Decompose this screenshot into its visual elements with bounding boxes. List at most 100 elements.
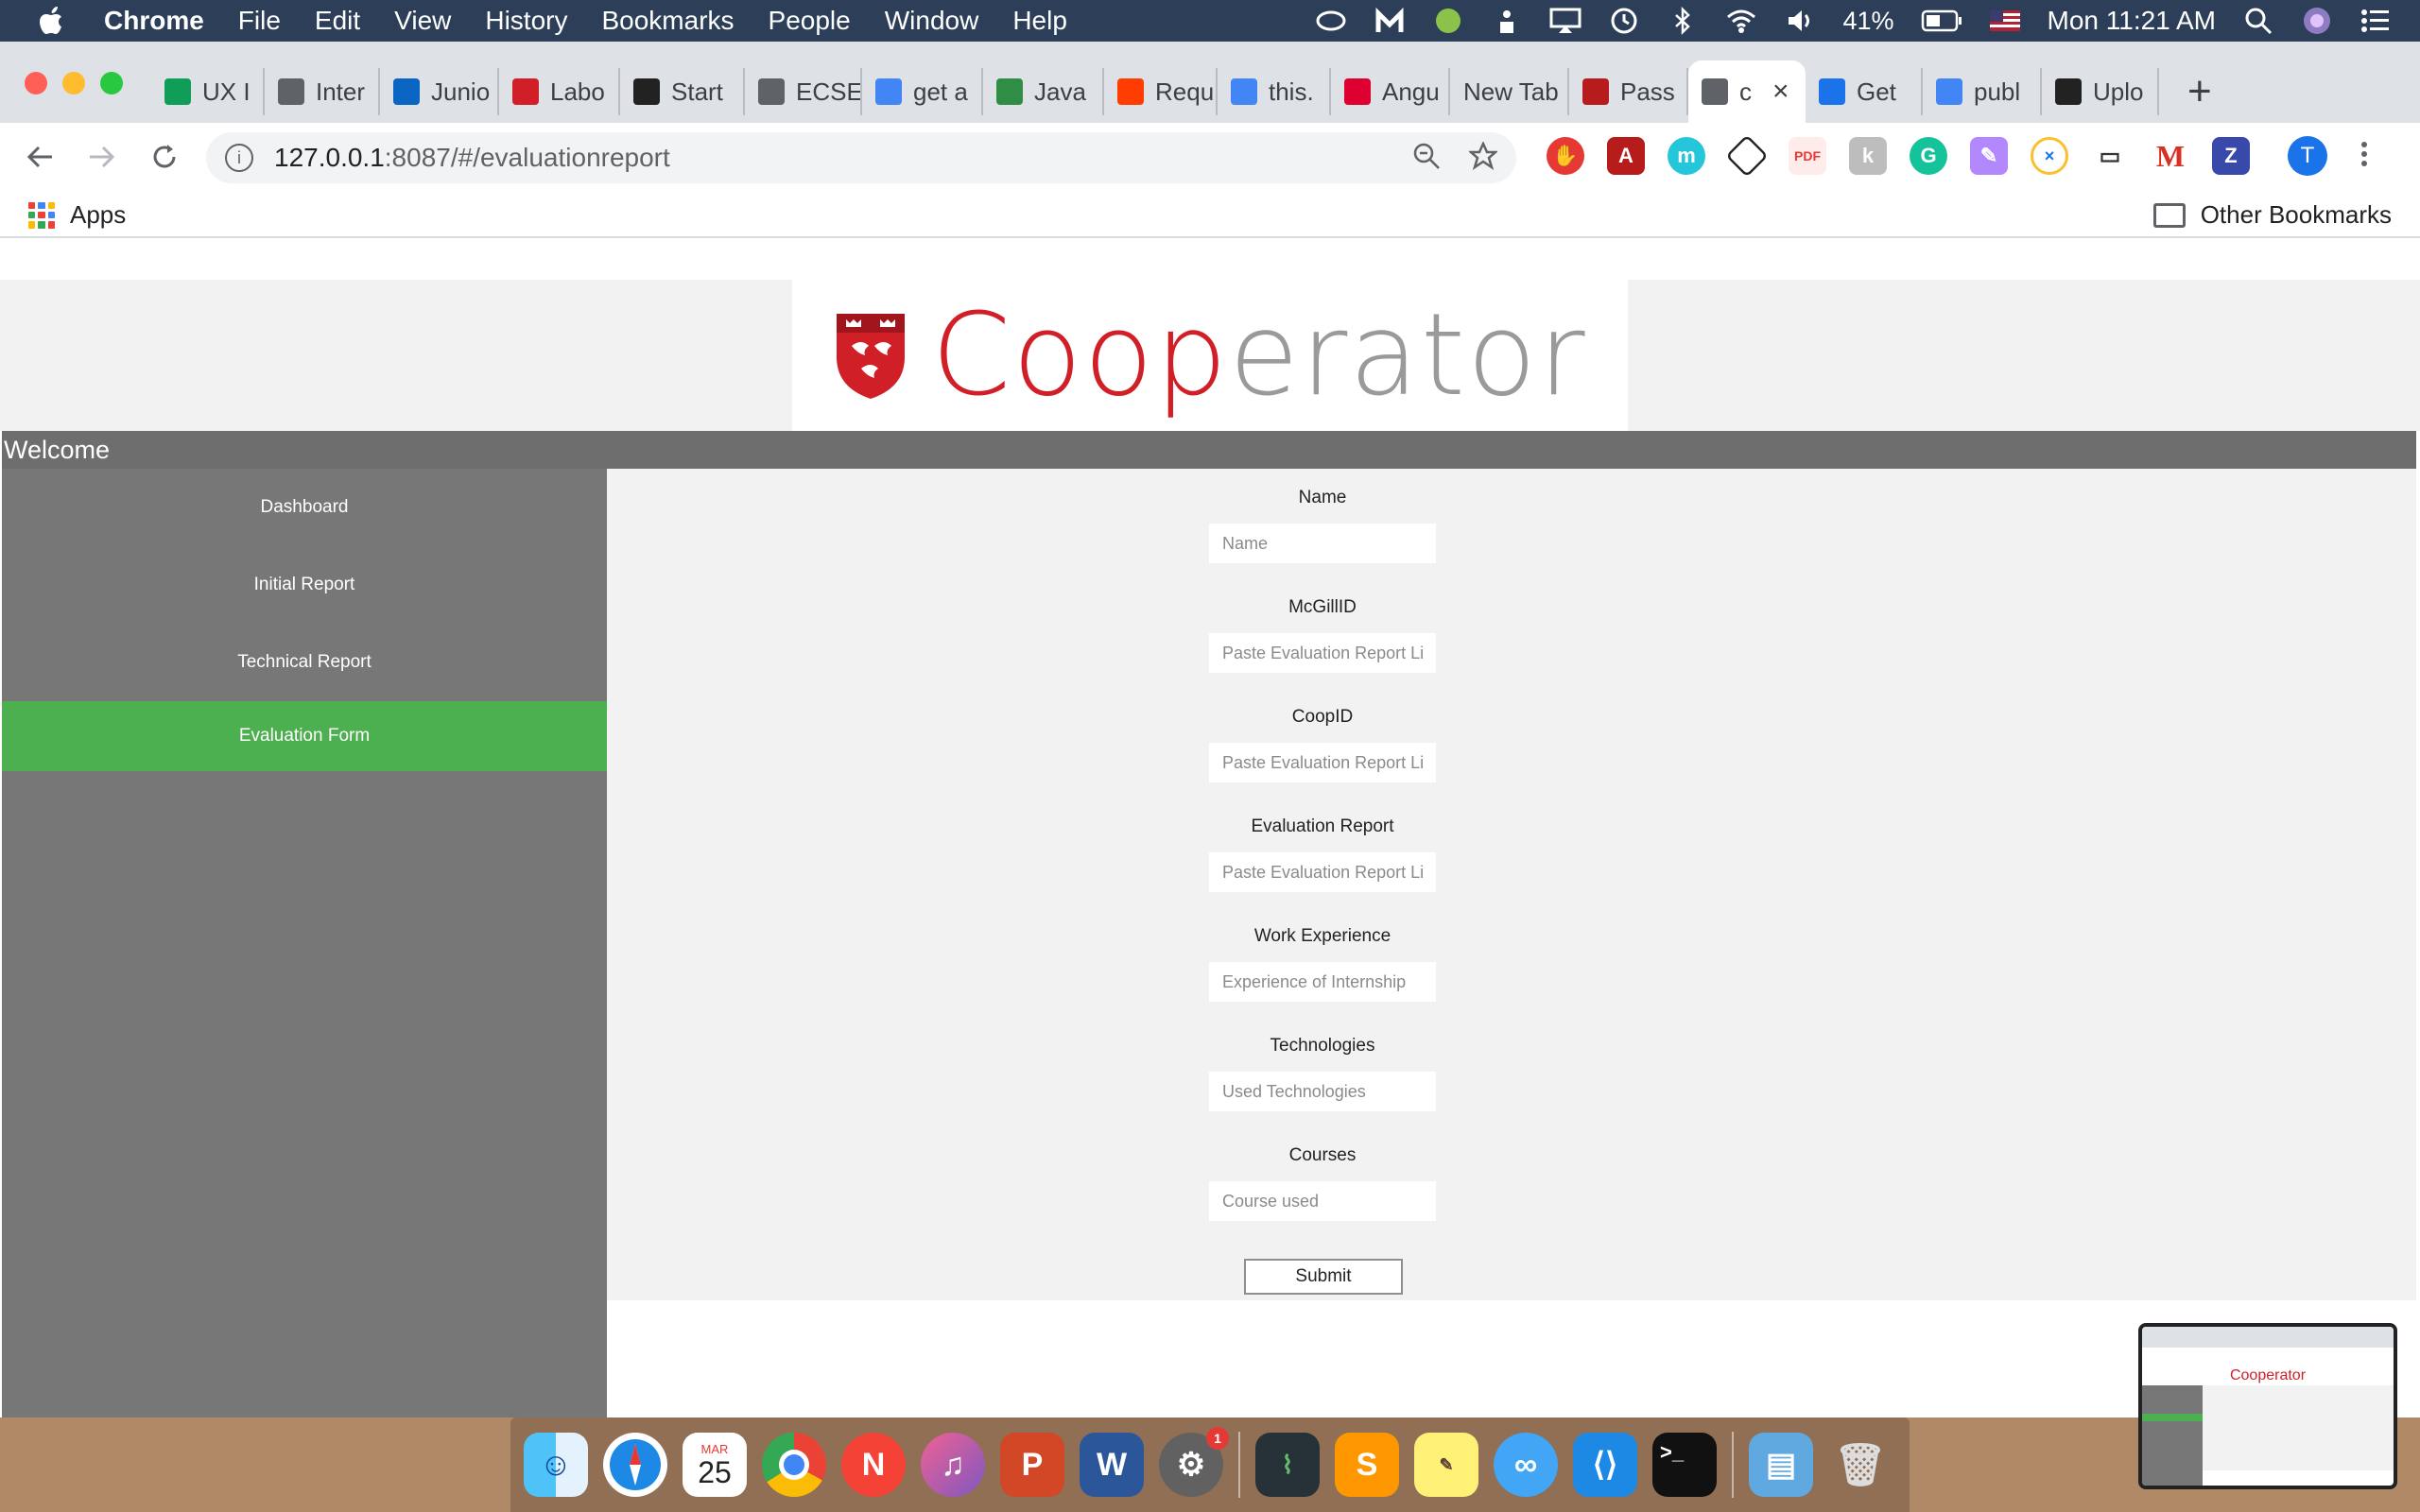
calendar-icon[interactable]: MAR 25	[683, 1433, 747, 1497]
tab-0[interactable]: UX I	[151, 68, 265, 115]
word-icon[interactable]: W	[1080, 1433, 1144, 1497]
zoom-window-button[interactable]	[100, 72, 123, 94]
close-tab-icon[interactable]: ×	[1772, 76, 1789, 108]
zoom-icon[interactable]	[1412, 142, 1441, 178]
wifi-icon[interactable]	[1725, 7, 1757, 35]
spotlight-search-icon[interactable]	[2242, 7, 2274, 35]
mercury-extension-icon[interactable]: m	[1668, 137, 1705, 175]
safari-icon[interactable]	[603, 1433, 667, 1497]
x-circle-extension-icon[interactable]: ×	[2031, 137, 2068, 175]
battery-percent[interactable]: 41%	[1842, 7, 1893, 36]
name-input[interactable]	[1209, 524, 1436, 563]
notification-center-icon[interactable]	[2360, 7, 2392, 35]
tab-4[interactable]: Start	[620, 68, 745, 115]
airplay-icon[interactable]	[1549, 7, 1582, 35]
adblock-extension-icon[interactable]: ✋	[1547, 137, 1584, 175]
tab-8[interactable]: Requ	[1104, 68, 1218, 115]
hotspot-icon[interactable]	[1491, 7, 1523, 35]
mcgillid-input[interactable]	[1209, 633, 1436, 673]
k-extension-icon[interactable]: k	[1849, 137, 1887, 175]
vscode-icon[interactable]: ⟨⟩	[1573, 1433, 1637, 1497]
downloads-folder-icon[interactable]: ▤	[1749, 1433, 1813, 1497]
other-bookmarks[interactable]: Other Bookmarks	[2152, 200, 2392, 230]
acrobat-extension-icon[interactable]: A	[1607, 137, 1645, 175]
address-bar[interactable]: i 127.0.0.1:8087/#/evaluationreport	[206, 132, 1516, 183]
site-logo[interactable]: Cooperator	[792, 280, 1628, 431]
tab-3[interactable]: Labo	[499, 68, 620, 115]
tab-13[interactable]: c ×	[1688, 60, 1806, 123]
courses-input[interactable]	[1209, 1181, 1436, 1221]
vpn-icon[interactable]: ∞	[1494, 1433, 1558, 1497]
profile-avatar[interactable]: T	[2288, 136, 2327, 176]
apple-icon[interactable]	[34, 0, 72, 42]
battery-icon[interactable]	[1921, 7, 1962, 35]
pdf-extension-icon[interactable]: PDF	[1789, 137, 1826, 175]
menu-people[interactable]: People	[769, 6, 851, 36]
stickies-icon[interactable]: ✎	[1414, 1433, 1478, 1497]
bluetooth-icon[interactable]	[1667, 7, 1699, 35]
feather-extension-icon[interactable]: ✎	[1970, 137, 2008, 175]
menu-window[interactable]: Window	[885, 6, 979, 36]
tab-14[interactable]: Get	[1806, 68, 1923, 115]
new-tab-icon[interactable]: +	[2187, 68, 2212, 115]
bookmark-apps[interactable]: Apps	[28, 200, 126, 230]
activity-monitor-icon[interactable]: ⌇	[1255, 1433, 1320, 1497]
work-experience-input[interactable]	[1209, 962, 1436, 1002]
menu-app-name[interactable]: Chrome	[104, 6, 204, 36]
us-flag-icon[interactable]	[1989, 7, 2021, 35]
tab-16[interactable]: Uplo	[2042, 68, 2159, 115]
diamond-extension-icon[interactable]	[1725, 134, 1769, 178]
tab-1[interactable]: Inter	[265, 68, 380, 115]
itunes-icon[interactable]: ♫	[921, 1433, 985, 1497]
coopid-input[interactable]	[1209, 743, 1436, 782]
cast-extension-icon[interactable]: ▭	[2091, 137, 2129, 175]
sidebar-item-evaluation-form[interactable]: Evaluation Form	[2, 701, 607, 771]
menu-edit[interactable]: Edit	[315, 6, 360, 36]
menu-file[interactable]: File	[238, 6, 281, 36]
back-arrow-icon[interactable]	[17, 134, 62, 180]
tab-2[interactable]: Junio	[380, 68, 499, 115]
close-window-button[interactable]	[25, 72, 47, 94]
menu-bookmarks[interactable]: Bookmarks	[601, 6, 734, 36]
tab-9[interactable]: this.	[1218, 68, 1331, 115]
gmail-extension-icon[interactable]: M	[2152, 137, 2189, 175]
sidebar-item-technical-report[interactable]: Technical Report	[2, 624, 607, 701]
news-icon[interactable]: N	[841, 1433, 906, 1497]
menubar-clock[interactable]: Mon 11:21 AM	[2048, 6, 2216, 36]
grammarly-extension-icon[interactable]: G	[1910, 137, 1947, 175]
tab-7[interactable]: Java	[983, 68, 1104, 115]
site-info-icon[interactable]: i	[225, 144, 253, 172]
malwarebytes-icon[interactable]	[1374, 7, 1406, 35]
sublime-text-icon[interactable]: S	[1335, 1433, 1399, 1497]
tab-15[interactable]: publ	[1923, 68, 2042, 115]
zotero-extension-icon[interactable]: Z	[2212, 137, 2250, 175]
chrome-icon[interactable]	[762, 1433, 826, 1497]
terminal-icon[interactable]: >_	[1652, 1433, 1717, 1497]
bookmark-star-icon[interactable]	[1467, 140, 1499, 178]
address-url[interactable]: 127.0.0.1:8087/#/evaluationreport	[274, 143, 670, 173]
tab-11[interactable]: New Tab	[1450, 68, 1569, 115]
forward-arrow-icon[interactable]	[79, 134, 125, 180]
tab-12[interactable]: Pass	[1569, 68, 1688, 115]
reload-icon[interactable]	[142, 134, 187, 180]
menu-view[interactable]: View	[394, 6, 451, 36]
music-status-icon[interactable]	[1432, 7, 1464, 35]
tab-6[interactable]: get a	[862, 68, 983, 115]
menu-history[interactable]: History	[485, 6, 567, 36]
time-machine-icon[interactable]	[1608, 7, 1640, 35]
evaluation-report-input[interactable]	[1209, 852, 1436, 892]
menu-help[interactable]: Help	[1012, 6, 1067, 36]
tab-10[interactable]: Angu	[1331, 68, 1450, 115]
sidebar-item-dashboard[interactable]: Dashboard	[2, 469, 607, 546]
chrome-menu-icon[interactable]	[2360, 140, 2369, 173]
siri-icon[interactable]	[2301, 7, 2333, 35]
volume-icon[interactable]	[1784, 7, 1816, 35]
screenshot-thumbnail[interactable]: Cooperator	[2138, 1323, 2397, 1489]
sidebar-item-initial-report[interactable]: Initial Report	[2, 546, 607, 624]
submit-button[interactable]: Submit	[1244, 1259, 1403, 1295]
system-preferences-icon[interactable]: ⚙ 1	[1159, 1427, 1229, 1497]
powerpoint-icon[interactable]: P	[1000, 1433, 1064, 1497]
trash-icon[interactable]: 🗑	[1828, 1433, 1893, 1497]
minimize-window-button[interactable]	[62, 72, 85, 94]
technologies-input[interactable]	[1209, 1072, 1436, 1111]
